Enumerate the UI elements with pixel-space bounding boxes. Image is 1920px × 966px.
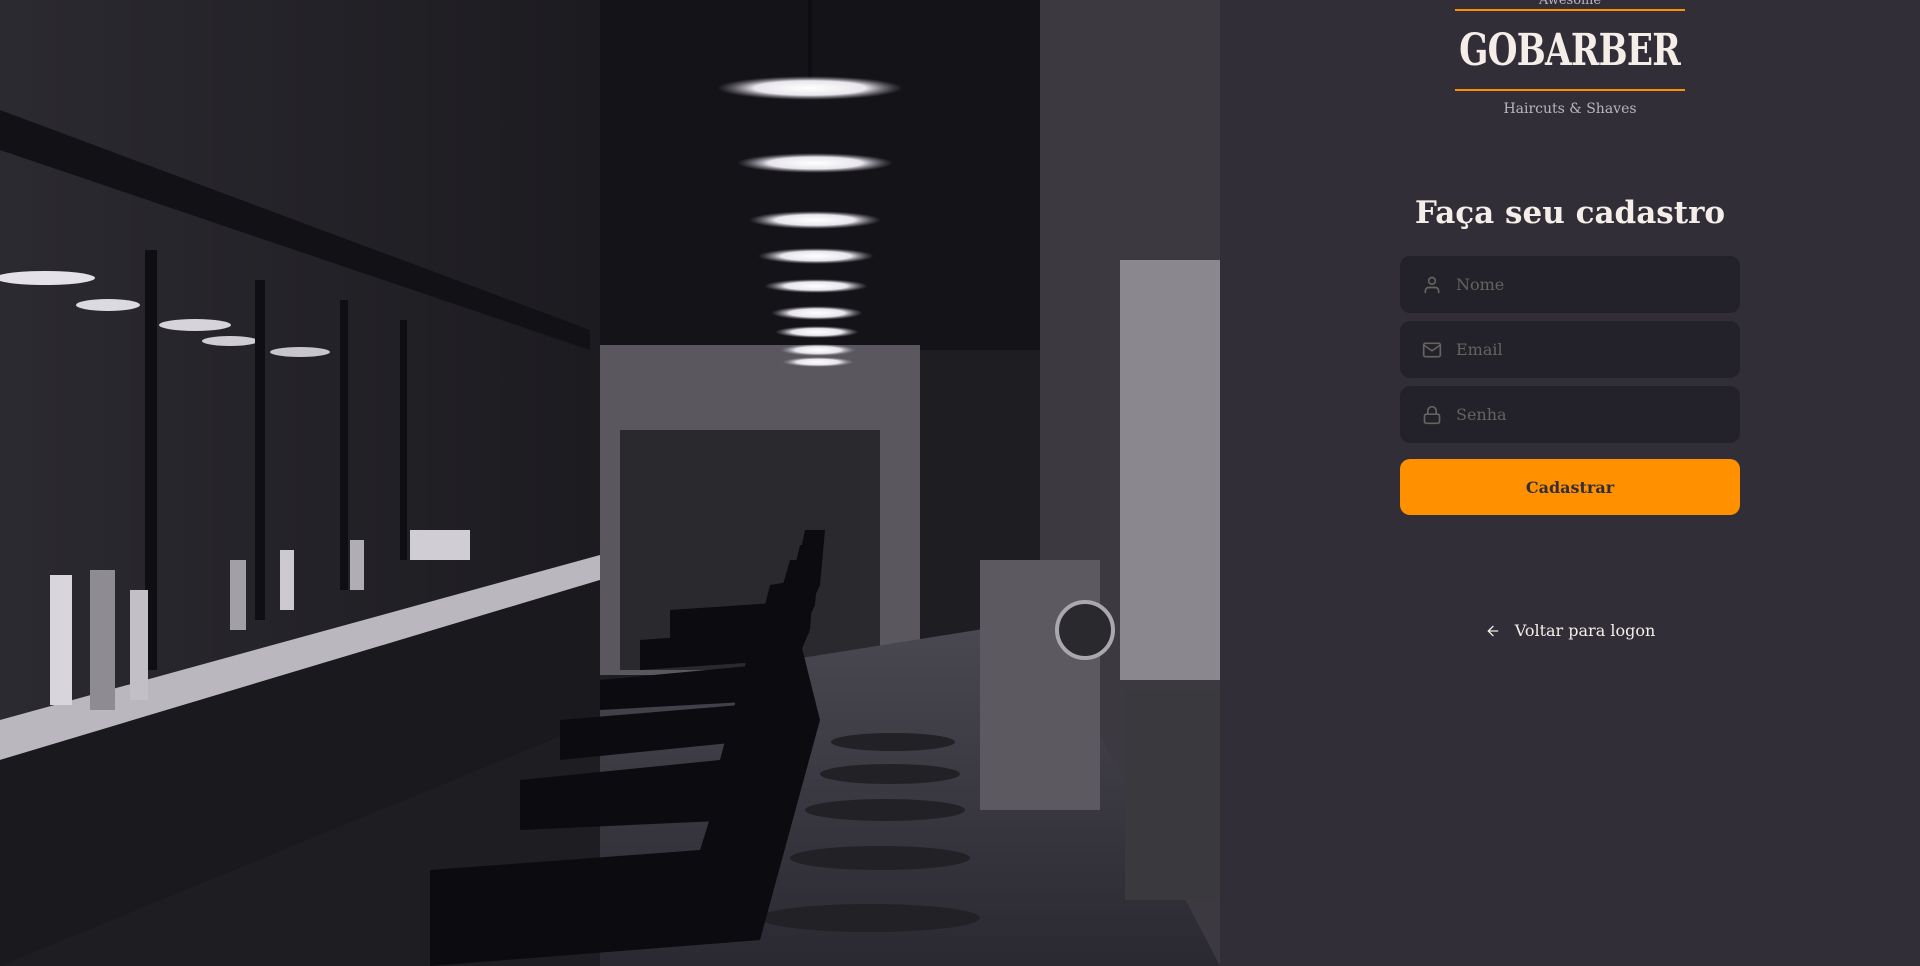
back-to-logon-link[interactable]: Voltar para logon bbox=[1485, 621, 1656, 640]
logo-subtitle: Haircuts & Shaves bbox=[1503, 101, 1637, 117]
lock-icon bbox=[1423, 405, 1441, 424]
logo-top-text: Awesome bbox=[1538, 0, 1602, 8]
email-input[interactable] bbox=[1454, 339, 1722, 360]
user-icon bbox=[1424, 276, 1440, 293]
signup-form: Cadastrar bbox=[1400, 256, 1740, 515]
password-input[interactable] bbox=[1454, 404, 1722, 425]
register-button[interactable]: Cadastrar bbox=[1400, 459, 1740, 515]
logo-mark: GOBARBER bbox=[1455, 11, 1685, 89]
name-field[interactable] bbox=[1400, 256, 1740, 313]
gobarber-logo: Awesome GOBARBER Haircuts & Shaves bbox=[1455, 0, 1685, 117]
logo-bottom-line bbox=[1455, 89, 1685, 91]
logo-name: GOBARBER bbox=[1459, 24, 1682, 76]
email-field[interactable] bbox=[1400, 321, 1740, 378]
barbershop-photo bbox=[0, 0, 1220, 966]
page-title: Faça seu cadastro bbox=[1414, 195, 1726, 231]
arrow-left-icon bbox=[1487, 625, 1499, 636]
mail-icon bbox=[1422, 342, 1442, 357]
back-link-label: Voltar para logon bbox=[1514, 621, 1656, 640]
name-input[interactable] bbox=[1454, 274, 1722, 295]
password-field[interactable] bbox=[1400, 386, 1740, 443]
signup-content: Awesome GOBARBER Haircuts & Shaves Faça … bbox=[1220, 0, 1920, 966]
signup-page: Awesome GOBARBER Haircuts & Shaves Faça … bbox=[0, 0, 1920, 966]
barbershop-illustration bbox=[0, 0, 1220, 966]
